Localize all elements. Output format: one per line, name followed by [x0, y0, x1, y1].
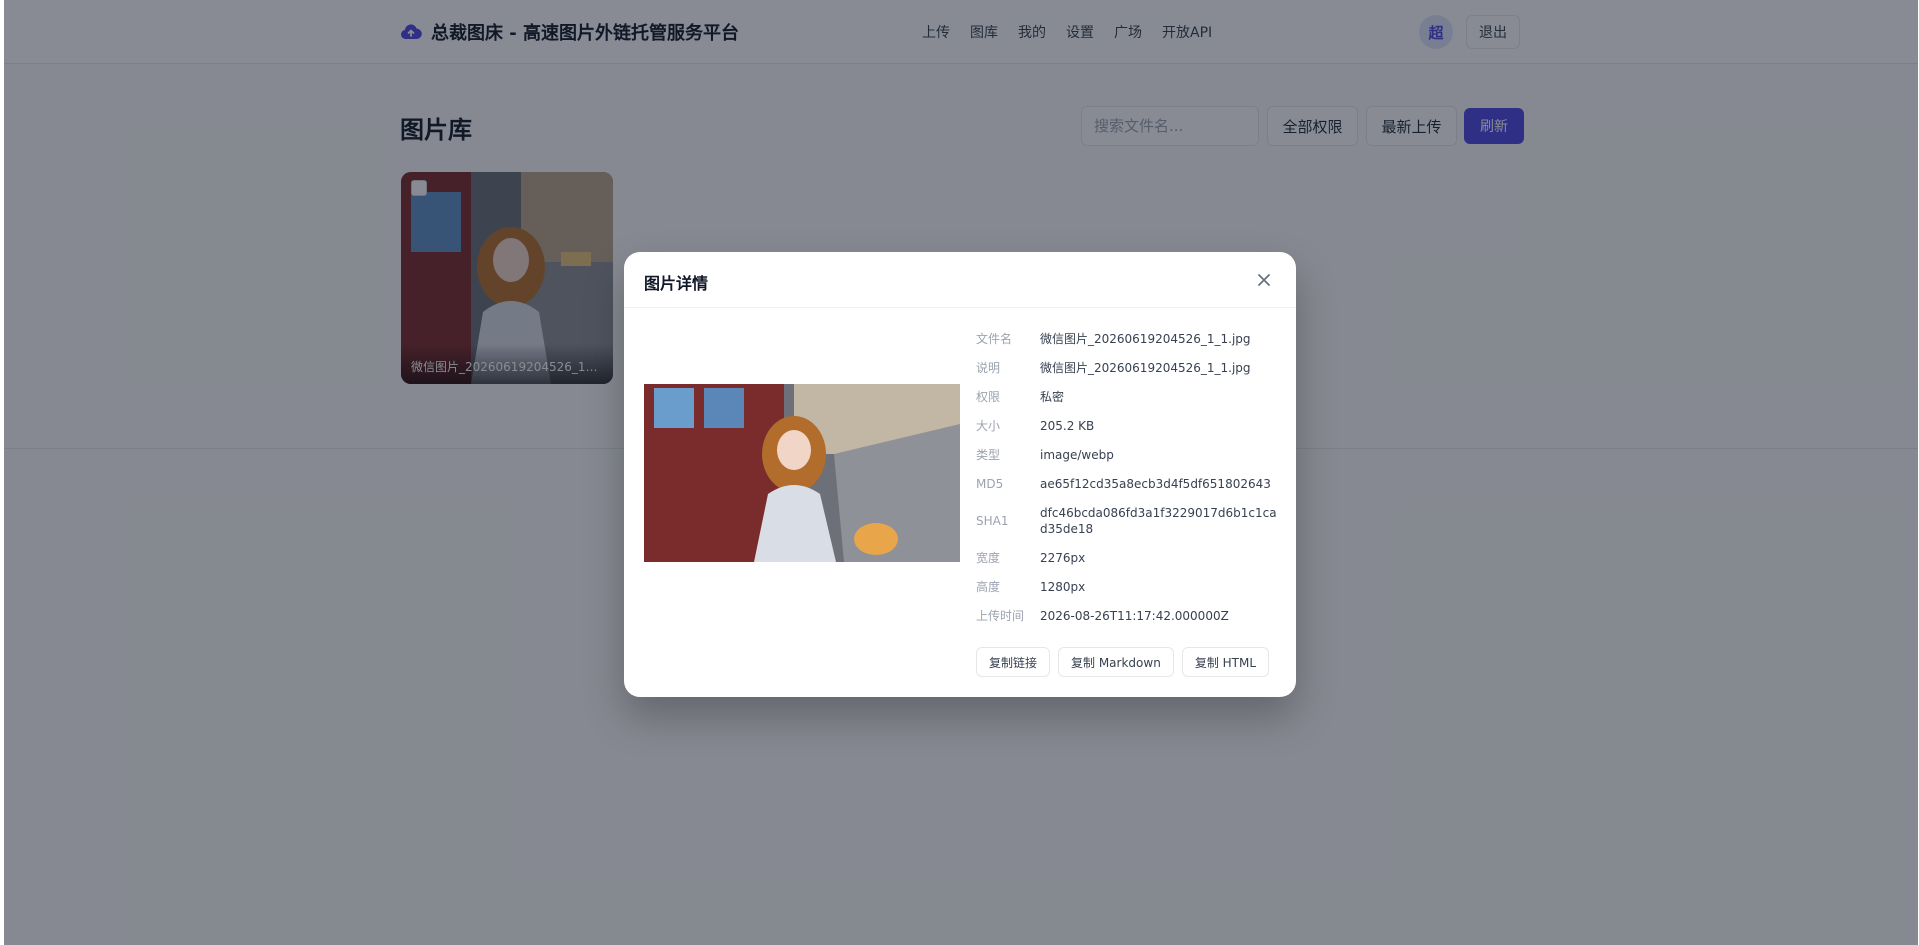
close-icon	[1258, 274, 1270, 286]
meta-label: 大小	[976, 419, 1001, 433]
meta-value-type: image/webp	[1040, 448, 1114, 462]
meta-value-filename: 微信图片_20260619204526_1_1.jpg	[1040, 332, 1251, 346]
meta-label: 上传时间	[976, 609, 1025, 623]
meta-label: SHA1	[976, 514, 1009, 528]
meta-value-upload-time: 2026-08-26T11:17:42.000000Z	[1040, 609, 1229, 623]
meta-row-upload-time: 上传时间 2026-08-26T11:17:42.000000Z	[976, 608, 1282, 624]
meta-row-description: 说明 微信图片_20260619204526_1_1.jpg	[976, 360, 1282, 376]
copy-link-button[interactable]: 复制链接	[976, 647, 1051, 677]
meta-row-height: 高度 1280px	[976, 579, 1282, 595]
meta-row-md5: MD5 ae65f12cd35a8ecb3d4f5df651802643	[976, 476, 1282, 492]
meta-row-type: 类型 image/webp	[976, 447, 1282, 463]
preview-image	[644, 384, 960, 562]
meta-label: 说明	[976, 361, 1001, 375]
modal-header: 图片详情	[624, 252, 1296, 308]
meta-row-size: 大小 205.2 KB	[976, 418, 1282, 434]
image-detail-modal: 图片详情 文件名 微信图片_20260619204526_1_1.jpg 说明	[624, 252, 1296, 697]
meta-value-width: 2276px	[1040, 551, 1086, 565]
meta-label: 文件名	[976, 332, 1013, 346]
modal-actions: 复制链接 复制 Markdown 复制 HTML	[976, 647, 1270, 677]
image-metadata: 文件名 微信图片_20260619204526_1_1.jpg 说明 微信图片_…	[976, 331, 1282, 624]
meta-label: MD5	[976, 477, 1004, 491]
meta-label: 权限	[976, 390, 1001, 404]
copy-markdown-button[interactable]: 复制 Markdown	[1058, 647, 1174, 677]
close-button[interactable]	[1252, 268, 1276, 292]
image-preview	[644, 384, 960, 562]
meta-row-permission: 权限 私密	[976, 389, 1282, 405]
copy-html-button[interactable]: 复制 HTML	[1181, 647, 1270, 677]
meta-label: 高度	[976, 580, 1001, 594]
meta-row-sha1: SHA1 dfc46bcda086fd3a1f3229017d6b1c1cad3…	[976, 505, 1282, 537]
meta-value-permission: 私密	[1040, 390, 1065, 404]
meta-value-size: 205.2 KB	[1040, 419, 1095, 433]
meta-value-md5: ae65f12cd35a8ecb3d4f5df651802643	[1040, 477, 1271, 491]
meta-label: 类型	[976, 448, 1001, 462]
meta-row-width: 宽度 2276px	[976, 550, 1282, 566]
meta-value-description: 微信图片_20260619204526_1_1.jpg	[1040, 361, 1251, 375]
meta-row-filename: 文件名 微信图片_20260619204526_1_1.jpg	[976, 331, 1282, 347]
meta-value-sha1: dfc46bcda086fd3a1f3229017d6b1c1cad35de18	[1040, 506, 1277, 536]
meta-value-height: 1280px	[1040, 580, 1086, 594]
modal-title: 图片详情	[644, 274, 709, 293]
meta-label: 宽度	[976, 551, 1001, 565]
